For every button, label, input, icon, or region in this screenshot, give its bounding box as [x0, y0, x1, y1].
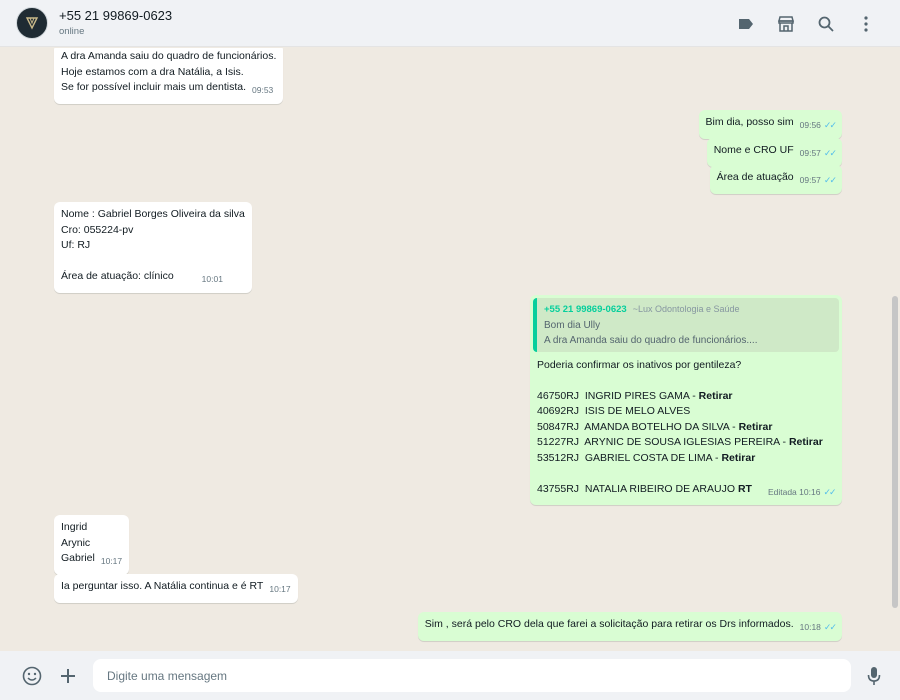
list-item: 50847RJ AMANDA BOTELHO DA SILVA - Retira… [537, 420, 773, 433]
message-outgoing-reply[interactable]: +55 21 99869-0623 ~Lux Odontologia e Saúd… [530, 295, 842, 505]
message-text: Uf: RJ [61, 239, 91, 251]
message-time: 09:57 [799, 148, 821, 158]
menu-icon[interactable] [846, 12, 886, 36]
quote-text: Bom dia Ully [544, 319, 601, 331]
search-icon[interactable] [806, 12, 846, 36]
message-text: Área de atuação: clínico [61, 270, 174, 282]
message-text: Ingrid [61, 521, 88, 533]
plus-icon[interactable] [54, 662, 82, 690]
edited-label: Editada [767, 486, 797, 497]
chat-header: +55 21 99869-0623 online [0, 0, 900, 47]
message-text: Sim , será pelo CRO dela que farei a sol… [424, 618, 794, 630]
read-ticks-icon: ✓✓ [823, 120, 837, 130]
read-ticks-icon: ✓✓ [823, 622, 837, 632]
list-item: 43755RJ NATALIA RIBEIRO DE ARAUJO RT [537, 482, 752, 495]
scrollbar[interactable] [892, 296, 898, 608]
message-time: 10:18 [799, 622, 821, 632]
message-text: Arynic [61, 536, 91, 549]
contact-status: online [59, 25, 85, 37]
message-incoming[interactable]: Ingrid Arynic Gabriel 10:17 [54, 515, 130, 575]
message-text: Gabriel [61, 552, 95, 564]
message-time: 10:01 [201, 274, 223, 284]
message-outgoing[interactable]: Bim dia, posso sim 09:56 ✓✓ [698, 110, 842, 139]
message-text: Nome : Gabriel Borges Oliveira da silva [61, 208, 245, 220]
header-actions [726, 12, 886, 36]
list-item: 53512RJ GABRIEL COSTA DE LIMA - Retirar [537, 451, 756, 464]
logo-icon [25, 17, 39, 30]
message-time: 10:16 [799, 486, 821, 497]
contact-avatar[interactable] [16, 7, 48, 39]
contact-name: +55 21 99869-0623 [59, 7, 173, 23]
message-input[interactable] [93, 659, 851, 692]
message-time: 09:53 [252, 85, 274, 95]
message-outgoing[interactable]: Área de atuação 09:57 ✓✓ [709, 165, 842, 194]
message-incoming[interactable]: Nome : Gabriel Borges Oliveira da silva … [54, 202, 252, 293]
list-item: 40692RJ ISIS DE MELO ALVES [537, 405, 691, 417]
message-text: Cro: 055224-pv [61, 223, 134, 236]
mic-icon[interactable] [860, 662, 888, 690]
message-text: A dra Amanda saiu do quadro de funcionár… [61, 50, 277, 62]
store-icon[interactable] [766, 12, 806, 36]
message-time: 10:17 [269, 584, 291, 594]
quote-group: ~Lux Odontologia e Saúde [632, 304, 740, 314]
read-ticks-icon: ✓✓ [823, 148, 837, 158]
message-time: 10:17 [100, 556, 123, 566]
list-item: 51227RJ ARYNIC DE SOUSA IGLESIAS PEREIRA… [537, 436, 823, 448]
emoji-icon[interactable] [18, 662, 46, 690]
message-incoming[interactable]: Ia perguntar isso. A Natália continua e … [54, 574, 298, 603]
quoted-message[interactable]: +55 21 99869-0623 ~Lux Odontologia e Saúd… [533, 298, 839, 352]
message-outgoing[interactable]: Sim , será pelo CRO dela que farei a sol… [417, 612, 842, 641]
message-text: Poderia confirmar os inativos por gentil… [537, 358, 742, 371]
message-text: Bim dia, posso sim [705, 116, 794, 128]
read-ticks-icon: ✓✓ [823, 486, 836, 497]
list-item: 46750RJ INGRID PIRES GAMA - Retirar [537, 389, 733, 402]
message-incoming[interactable]: A dra Amanda saiu do quadro de funcionár… [54, 48, 284, 104]
message-outgoing[interactable]: Nome e CRO UF 09:57 ✓✓ [706, 138, 842, 167]
message-time: 09:57 [799, 175, 821, 185]
message-text: Nome e CRO UF [713, 144, 794, 156]
message-time: 09:56 [799, 120, 821, 130]
compose-bar [0, 651, 900, 700]
quote-author: +55 21 99869-0623 [544, 304, 627, 315]
message-text: Ia perguntar isso. A Natália continua e … [61, 580, 264, 592]
quote-text: A dra Amanda saiu do quadro de funcionár… [544, 334, 758, 346]
message-text: Área de atuação [716, 171, 794, 183]
read-ticks-icon: ✓✓ [823, 175, 837, 185]
message-text [61, 254, 245, 270]
label-icon[interactable] [726, 12, 766, 36]
contact-info[interactable]: +55 21 99869-0623 online [59, 8, 172, 39]
message-list[interactable]: A dra Amanda saiu do quadro de funcionár… [0, 48, 900, 651]
message-text: Se for possível incluir mais um dentista… [61, 81, 246, 93]
message-text: Hoje estamos com a dra Natália, a Isis. [61, 65, 244, 78]
